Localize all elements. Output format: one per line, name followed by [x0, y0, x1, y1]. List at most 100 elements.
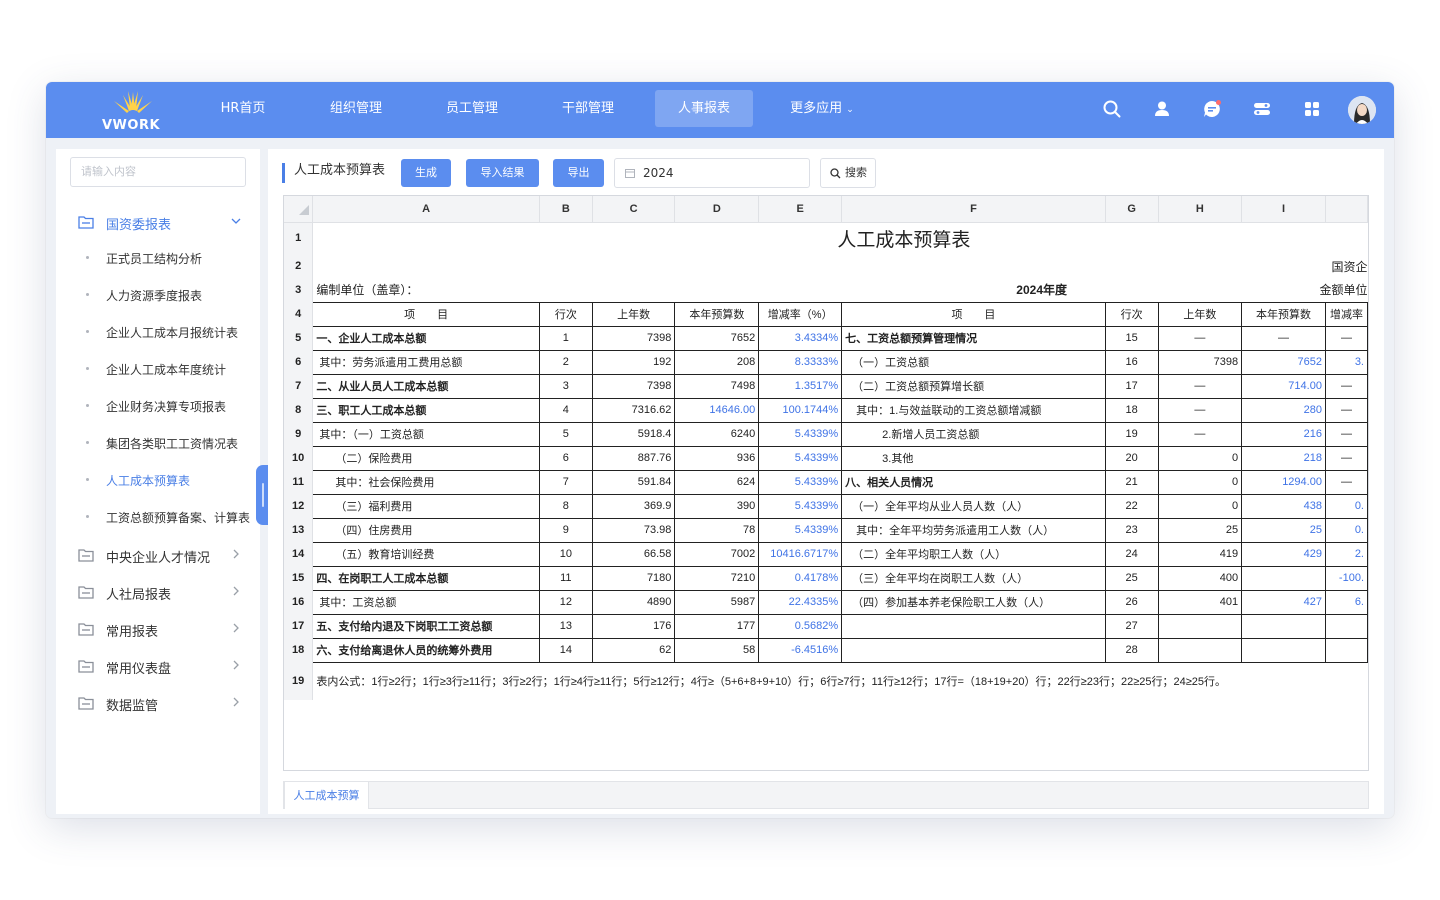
- sidebar-item-hr-quarterly-report[interactable]: 人力资源季度报表: [56, 283, 260, 309]
- table-cell-change-rate-right[interactable]: —: [1325, 422, 1368, 447]
- row-number[interactable]: 12: [284, 494, 314, 518]
- table-cell-change-rate-right[interactable]: 0.: [1325, 494, 1368, 519]
- table-cell-line-no-left[interactable]: 2: [539, 350, 593, 375]
- sidebar-item-formal-staff-structure[interactable]: 正式员工结构分析: [56, 246, 260, 272]
- table-cell-item-right[interactable]: （四）参加基本养老保险职工人数（人）: [841, 590, 1106, 615]
- table-cell-budget-right[interactable]: 427: [1241, 590, 1326, 615]
- table-cell-line-no-left[interactable]: 12: [539, 590, 593, 615]
- table-cell-budget-right[interactable]: [1241, 638, 1326, 663]
- menu-group-sasac-reports[interactable]: 国资委报表: [56, 208, 260, 238]
- row-number[interactable]: 7: [284, 374, 314, 398]
- table-cell-change-rate-left[interactable]: 10416.6717%: [758, 542, 843, 567]
- row-number[interactable]: 15: [284, 566, 314, 590]
- row-number[interactable]: 16: [284, 590, 314, 614]
- table-cell-prior-year-left[interactable]: 73.98: [592, 518, 676, 543]
- table-header-cell[interactable]: 行次: [1105, 301, 1159, 327]
- table-cell-change-rate-left[interactable]: 5.4339%: [758, 470, 843, 495]
- table-cell-prior-year-right[interactable]: 419: [1158, 542, 1243, 567]
- table-cell-change-rate-right[interactable]: —: [1325, 470, 1368, 495]
- table-cell-line-no-right[interactable]: 15: [1105, 326, 1159, 351]
- generate-button[interactable]: 生成: [401, 159, 451, 187]
- table-cell-item-left[interactable]: （三）福利费用: [312, 494, 540, 519]
- table-cell-line-no-right[interactable]: 23: [1105, 518, 1159, 543]
- table-cell-change-rate-left[interactable]: 0.4178%: [758, 566, 843, 591]
- search-icon[interactable]: [1102, 99, 1122, 119]
- table-cell-change-rate-left[interactable]: 5.4339%: [758, 446, 843, 471]
- table-cell-line-no-right[interactable]: 28: [1105, 638, 1159, 663]
- nav-cadre-management[interactable]: 干部管理: [550, 90, 626, 127]
- table-cell-item-right[interactable]: [841, 638, 1106, 663]
- table-cell-prior-year-right[interactable]: 0: [1158, 494, 1243, 519]
- table-cell-prior-year-right[interactable]: 0: [1158, 470, 1243, 495]
- table-cell-prior-year-left[interactable]: 176: [592, 614, 676, 639]
- table-cell-item-left[interactable]: 六、支付给离退休人员的统筹外费用: [312, 638, 540, 663]
- row-number[interactable]: 4: [284, 302, 314, 326]
- table-cell-prior-year-right[interactable]: 0: [1158, 446, 1243, 471]
- table-cell-budget-left[interactable]: 7498: [674, 374, 760, 399]
- table-cell-prior-year-right[interactable]: —: [1158, 422, 1243, 447]
- import-results-button[interactable]: 导入结果: [466, 159, 539, 187]
- sidebar-item-labor-cost-budget[interactable]: 人工成本预算表: [56, 468, 260, 494]
- column-header[interactable]: E: [758, 196, 843, 223]
- table-cell-budget-right[interactable]: 7652: [1241, 350, 1326, 375]
- table-cell-change-rate-right[interactable]: 3.: [1325, 350, 1368, 375]
- table-cell-budget-left[interactable]: 624: [674, 470, 760, 495]
- column-header[interactable]: G: [1105, 196, 1159, 223]
- nav-hr-reports[interactable]: 人事报表: [655, 90, 753, 127]
- table-cell-prior-year-right[interactable]: [1158, 614, 1243, 639]
- table-cell-budget-right[interactable]: 714.00: [1241, 374, 1326, 399]
- menu-group-common-dashboards[interactable]: 常用仪表盘: [56, 652, 260, 682]
- column-header[interactable]: D: [674, 196, 760, 223]
- row-number[interactable]: 3: [284, 278, 314, 302]
- table-cell-item-right[interactable]: 3.其他: [841, 446, 1106, 471]
- table-cell-prior-year-right[interactable]: —: [1158, 398, 1243, 423]
- table-cell-item-right[interactable]: （一）工资总额: [841, 350, 1106, 375]
- table-cell-budget-right[interactable]: 25: [1241, 518, 1326, 543]
- table-cell-line-no-left[interactable]: 14: [539, 638, 593, 663]
- table-cell-budget-left[interactable]: 936: [674, 446, 760, 471]
- column-header[interactable]: I: [1241, 196, 1326, 223]
- table-cell-prior-year-left[interactable]: 369.9: [592, 494, 676, 519]
- table-cell-item-right[interactable]: 七、工资总额预算管理情况: [841, 326, 1106, 351]
- menu-group-central-talent[interactable]: 中央企业人才情况: [56, 541, 260, 571]
- table-cell-budget-left[interactable]: 7002: [674, 542, 760, 567]
- spreadsheet[interactable]: A B C D E F G H I 1 人工成本预算表 2 国资企 3 编制单位…: [283, 195, 1369, 771]
- table-cell-prior-year-right[interactable]: 25: [1158, 518, 1243, 543]
- table-cell-prior-year-left[interactable]: 62: [592, 638, 676, 663]
- sidebar-item-annual-labor-cost[interactable]: 企业人工成本年度统计: [56, 357, 260, 383]
- select-all-corner[interactable]: [284, 196, 314, 223]
- table-cell-budget-left[interactable]: 58: [674, 638, 760, 663]
- table-cell-line-no-left[interactable]: 11: [539, 566, 593, 591]
- table-cell-budget-right[interactable]: [1241, 566, 1326, 591]
- column-header[interactable]: B: [539, 196, 593, 223]
- row-number[interactable]: 14: [284, 542, 314, 566]
- table-cell-change-rate-left[interactable]: 3.4334%: [758, 326, 843, 351]
- table-cell-line-no-right[interactable]: 21: [1105, 470, 1159, 495]
- table-cell-prior-year-left[interactable]: 5918.4: [592, 422, 676, 447]
- table-cell-line-no-left[interactable]: 3: [539, 374, 593, 399]
- table-cell-item-right[interactable]: [841, 614, 1106, 639]
- table-cell-line-no-right[interactable]: 25: [1105, 566, 1159, 591]
- table-cell-item-left[interactable]: 三、职工人工成本总额: [312, 398, 540, 423]
- row-number[interactable]: 13: [284, 518, 314, 542]
- table-cell-budget-left[interactable]: 208: [674, 350, 760, 375]
- toggle-icon[interactable]: [1252, 99, 1272, 119]
- table-cell-prior-year-right[interactable]: 401: [1158, 590, 1243, 615]
- table-cell-change-rate-left[interactable]: 8.3333%: [758, 350, 843, 375]
- table-cell-change-rate-right[interactable]: —: [1325, 374, 1368, 399]
- sidebar-item-financial-final-accounts[interactable]: 企业财务决算专项报表: [56, 394, 260, 420]
- table-header-cell[interactable]: 本年预算数: [1241, 301, 1326, 327]
- table-cell-line-no-left[interactable]: 8: [539, 494, 593, 519]
- table-cell-line-no-left[interactable]: 4: [539, 398, 593, 423]
- table-cell-change-rate-left[interactable]: 22.4335%: [758, 590, 843, 615]
- table-cell-prior-year-right[interactable]: 400: [1158, 566, 1243, 591]
- table-cell-budget-left[interactable]: 390: [674, 494, 760, 519]
- table-cell-prior-year-right[interactable]: —: [1158, 374, 1243, 399]
- table-cell-line-no-right[interactable]: 26: [1105, 590, 1159, 615]
- table-cell-budget-left[interactable]: 7652: [674, 326, 760, 351]
- table-cell-change-rate-left[interactable]: 5.4339%: [758, 518, 843, 543]
- row-number[interactable]: 9: [284, 422, 314, 446]
- sidebar-item-wage-budget-filing[interactable]: 工资总额预算备案、计算表: [56, 505, 260, 531]
- sheet-tab-labor-cost-budget[interactable]: 人工成本预算: [284, 781, 369, 809]
- table-header-cell[interactable]: 本年预算数: [674, 301, 760, 327]
